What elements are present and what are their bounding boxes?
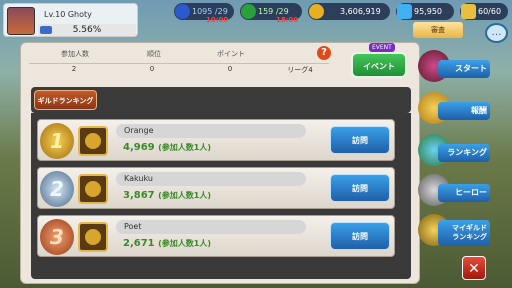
stat-header-rank: 順位 xyxy=(147,50,161,58)
gold-counter[interactable]: 3,606,919 xyxy=(308,3,390,20)
hero-label: ヒーロー xyxy=(438,184,490,202)
members-count: (参加人数1人) xyxy=(158,239,212,248)
stat-value-rank: 0 xyxy=(149,65,155,73)
ranking-row-2: 2 Kakuku 3,867 (参加人数1人) 訪問 xyxy=(37,167,395,209)
my-guild-ranking-label: マイギルド ランキング xyxy=(438,220,490,246)
guild-points: 3,867 (参加人数1人) xyxy=(123,190,211,201)
start-button[interactable]: スタート xyxy=(418,50,490,84)
gem-value: 95,950 xyxy=(414,7,442,16)
guild-name: Kakuku xyxy=(116,172,306,186)
tab-bar: ギルドランキング xyxy=(31,87,411,113)
chat-button[interactable]: … xyxy=(485,23,508,43)
ranking-list: 1 Orange 4,969 (参加人数1人) 訪問 2 Kakuku 3,86… xyxy=(31,113,411,279)
close-button[interactable]: ✕ xyxy=(462,256,486,280)
stat-value-members: 2 xyxy=(71,65,77,73)
points-value: 4,969 xyxy=(123,142,155,153)
event-badge: EVENT xyxy=(369,43,395,52)
rank-badge: 1 xyxy=(40,123,74,159)
guild-name: Orange xyxy=(116,124,306,138)
guild-points: 2,671 (参加人数1人) xyxy=(123,238,211,249)
guild-emblem-icon xyxy=(78,174,108,204)
reward-button[interactable]: 報酬 xyxy=(418,92,490,126)
review-tab[interactable]: 審査 xyxy=(413,22,463,38)
trophy-value: 60/60 xyxy=(478,7,502,16)
guild-emblem-icon xyxy=(78,126,108,156)
stat-header-members: 参加人数 xyxy=(61,50,89,58)
event-button[interactable]: イベント xyxy=(351,52,407,78)
trophy-icon xyxy=(461,4,476,19)
ranking-label: ランキング xyxy=(438,144,490,162)
my-guild-label-line1: マイギルド xyxy=(452,224,487,232)
visit-button[interactable]: 訪問 xyxy=(330,222,390,250)
stamina-timer: 18:00 xyxy=(276,16,299,24)
diamond-icon xyxy=(397,4,412,19)
tab-guild-ranking[interactable]: ギルドランキング xyxy=(34,90,97,110)
gold-value: 3,606,919 xyxy=(340,7,381,16)
guild-ranking-panel: 参加人数 順位 ポイント 2 0 0 リーグ4 ? イベント EVENT ギルド… xyxy=(20,42,420,284)
exp-bar: 5.56% xyxy=(38,24,136,36)
player-info[interactable]: Lv.10 Ghoty 5.56% xyxy=(3,3,138,37)
guild-name: Poet xyxy=(116,220,306,234)
ranking-button[interactable]: ランキング xyxy=(418,134,490,168)
guild-emblem-icon xyxy=(78,222,108,252)
exp-value: 5.56% xyxy=(72,25,102,35)
guild-stats: 参加人数 順位 ポイント 2 0 0 リーグ4 xyxy=(29,45,329,79)
avatar[interactable] xyxy=(7,7,35,35)
hero-button[interactable]: ヒーロー xyxy=(418,174,490,208)
ranking-row-1: 1 Orange 4,969 (参加人数1人) 訪問 xyxy=(37,119,395,161)
guild-points: 4,969 (参加人数1人) xyxy=(123,142,211,153)
stat-value-points: 0 xyxy=(227,65,233,73)
ranking-row-3: 3 Poet 2,671 (参加人数1人) 訪問 xyxy=(37,215,395,257)
visit-button[interactable]: 訪問 xyxy=(330,126,390,154)
visit-button[interactable]: 訪問 xyxy=(330,174,390,202)
lightning-icon xyxy=(175,4,190,19)
points-value: 3,867 xyxy=(123,190,155,201)
points-value: 2,671 xyxy=(123,238,155,249)
my-guild-label-line2: ランキング xyxy=(452,233,487,241)
rank-badge: 2 xyxy=(40,171,74,207)
gem-counter[interactable]: 95,950 xyxy=(396,3,454,20)
members-count: (参加人数1人) xyxy=(158,143,212,152)
stamina-icon xyxy=(241,4,256,19)
energy-timer: 10:00 xyxy=(206,16,229,24)
chat-icon: … xyxy=(491,27,502,38)
energy-value: 1095 /29 xyxy=(192,7,228,16)
gold-coin-icon xyxy=(309,4,324,19)
trophy-counter[interactable]: 60/60 xyxy=(460,3,508,20)
reward-label: 報酬 xyxy=(438,102,490,120)
stamina-value: 159 /29 xyxy=(258,7,289,16)
exp-icon xyxy=(40,26,52,34)
help-button[interactable]: ? xyxy=(317,46,331,60)
my-guild-ranking-button[interactable]: マイギルド ランキング xyxy=(418,214,490,248)
stat-value-league: リーグ4 xyxy=(287,66,313,74)
members-count: (参加人数1人) xyxy=(158,191,212,200)
start-label: スタート xyxy=(438,60,490,78)
rank-badge: 3 xyxy=(40,219,74,255)
stat-header-points: ポイント xyxy=(217,50,245,58)
player-level: Lv.10 Ghoty xyxy=(44,10,92,19)
